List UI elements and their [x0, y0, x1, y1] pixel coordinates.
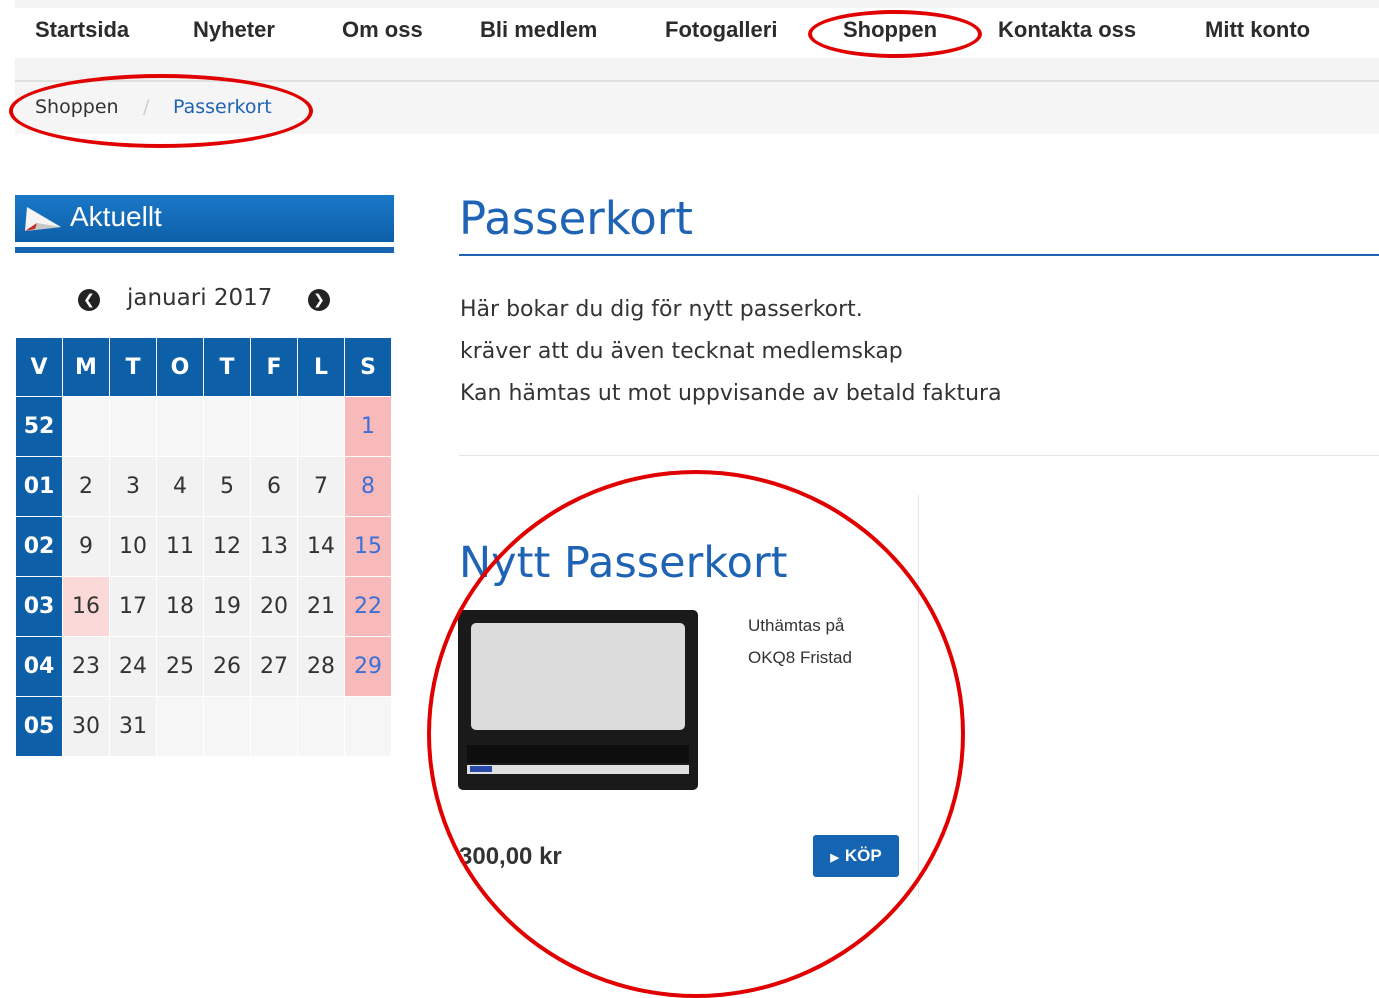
- breadcrumb-separator: /: [143, 96, 150, 118]
- calendar-day[interactable]: 8: [344, 456, 392, 517]
- nav-mitt-konto[interactable]: Mitt konto: [1205, 17, 1310, 43]
- calendar-empty: [109, 396, 157, 457]
- calendar-day[interactable]: 23: [62, 636, 110, 697]
- breadcrumb-shoppen[interactable]: Shoppen: [35, 96, 119, 118]
- calendar-empty: [297, 696, 345, 757]
- week-number: 52: [15, 396, 63, 457]
- title-divider: [459, 254, 1379, 256]
- card-face: [471, 623, 685, 730]
- calendar-empty: [156, 396, 204, 457]
- calendar-empty: [203, 696, 251, 757]
- section-divider: [459, 455, 1379, 456]
- nav-fotogalleri[interactable]: Fotogalleri: [665, 17, 777, 43]
- calendar-header: O: [156, 337, 204, 397]
- sidebar-divider: [15, 247, 394, 253]
- card-stripe: [467, 745, 689, 763]
- calendar-day[interactable]: 11: [156, 516, 204, 577]
- calendar-header: S: [344, 337, 392, 397]
- calendar-day[interactable]: 5: [203, 456, 251, 517]
- calendar-empty: [250, 696, 298, 757]
- calendar-day[interactable]: 29: [344, 636, 392, 697]
- calendar-empty: [250, 396, 298, 457]
- prev-month-icon[interactable]: ❮: [78, 289, 100, 311]
- calendar-day[interactable]: 2: [62, 456, 110, 517]
- calendar-day[interactable]: 10: [109, 516, 157, 577]
- calendar-day[interactable]: 22: [344, 576, 392, 637]
- product-title[interactable]: Nytt Passerkort: [459, 538, 788, 588]
- sidebar-heading: Aktuellt: [70, 201, 162, 232]
- nav-startsida[interactable]: Startsida: [35, 17, 129, 43]
- calendar-day[interactable]: 17: [109, 576, 157, 637]
- nav-shoppen[interactable]: Shoppen: [843, 17, 937, 43]
- nav-kontakta-oss[interactable]: Kontakta oss: [998, 17, 1136, 43]
- calendar-day[interactable]: 16: [62, 576, 110, 637]
- nav-bli-medlem[interactable]: Bli medlem: [480, 17, 597, 43]
- week-number: 01: [15, 456, 63, 517]
- calendar-day[interactable]: 26: [203, 636, 251, 697]
- calendar-day[interactable]: 6: [250, 456, 298, 517]
- calendar-empty: [344, 696, 392, 757]
- calendar-empty: [297, 396, 345, 457]
- calendar-day[interactable]: 7: [297, 456, 345, 517]
- calendar: VMTOTFLS 52 1 01 2 3 4 5 6 7 8 02 9 10 11 12 13 14 15 03 16…: [15, 337, 392, 757]
- paper-plane-icon: [25, 207, 61, 231]
- product-description: Uthämtas på: [748, 616, 845, 635]
- week-number: 05: [15, 696, 63, 757]
- week-number: 04: [15, 636, 63, 697]
- nav-nyheter[interactable]: Nyheter: [193, 17, 275, 43]
- calendar-empty: [62, 396, 110, 457]
- calendar-day[interactable]: 21: [297, 576, 345, 637]
- calendar-header: T: [203, 337, 251, 397]
- calendar-day[interactable]: 28: [297, 636, 345, 697]
- next-month-icon[interactable]: ❯: [308, 289, 330, 311]
- buy-label: KÖP: [844, 846, 882, 865]
- card-logo: [470, 766, 492, 772]
- calendar-day[interactable]: 9: [62, 516, 110, 577]
- calendar-day[interactable]: 20: [250, 576, 298, 637]
- calendar-empty: [203, 396, 251, 457]
- page-title: Passerkort: [459, 192, 693, 245]
- calendar-day[interactable]: 3: [109, 456, 157, 517]
- calendar-day[interactable]: 1: [344, 396, 392, 457]
- calendar-header: L: [297, 337, 345, 397]
- calendar-day[interactable]: 15: [344, 516, 392, 577]
- week-number: 03: [15, 576, 63, 637]
- calendar-day[interactable]: 4: [156, 456, 204, 517]
- calendar-day[interactable]: 25: [156, 636, 204, 697]
- calendar-day[interactable]: 13: [250, 516, 298, 577]
- intro-line: Här bokar du dig för nytt passerkort.: [460, 297, 863, 322]
- calendar-day[interactable]: 31: [109, 696, 157, 757]
- calendar-day[interactable]: 14: [297, 516, 345, 577]
- product-divider: [918, 495, 919, 897]
- product-price: 300,00 kr: [459, 843, 562, 870]
- calendar-day[interactable]: 12: [203, 516, 251, 577]
- calendar-day[interactable]: 19: [203, 576, 251, 637]
- calendar-header: M: [62, 337, 110, 397]
- card-label: [467, 765, 689, 774]
- intro-line: kräver att du även tecknat medlemskap: [460, 339, 903, 364]
- calendar-header: T: [109, 337, 157, 397]
- calendar-header: V: [15, 337, 63, 397]
- nav-om-oss[interactable]: Om oss: [342, 17, 423, 43]
- intro-line: Kan hämtas ut mot uppvisande av betald f…: [460, 381, 1002, 406]
- calendar-day[interactable]: 18: [156, 576, 204, 637]
- product-image[interactable]: [458, 610, 698, 790]
- calendar-day[interactable]: 24: [109, 636, 157, 697]
- buy-button[interactable]: ▶ KÖP: [813, 835, 899, 877]
- calendar-day[interactable]: 27: [250, 636, 298, 697]
- product-description: OKQ8 Fristad: [748, 648, 852, 667]
- breadcrumb-passerkort: Passerkort: [173, 96, 272, 118]
- play-icon: ▶: [830, 852, 839, 864]
- calendar-header: F: [250, 337, 298, 397]
- calendar-month: januari 2017: [127, 285, 273, 311]
- week-number: 02: [15, 516, 63, 577]
- calendar-day[interactable]: 30: [62, 696, 110, 757]
- sidebar-header: Aktuellt: [15, 195, 394, 242]
- calendar-empty: [156, 696, 204, 757]
